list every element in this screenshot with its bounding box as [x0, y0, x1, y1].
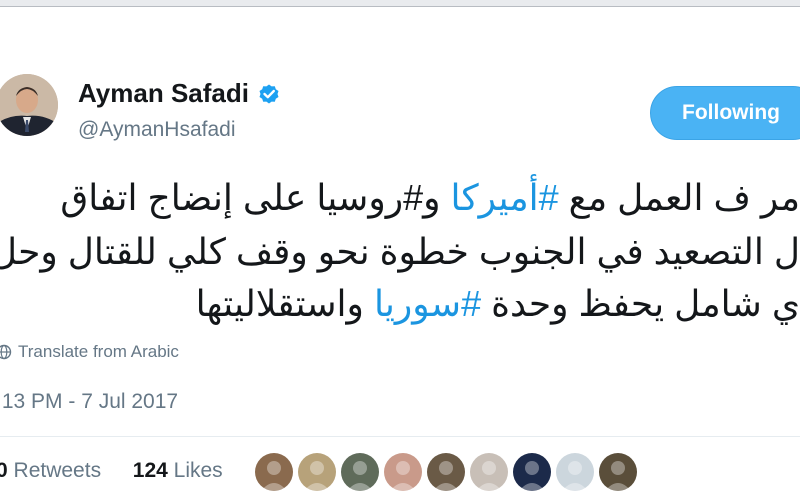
- tweet-text-segment: مر ف العمل مع: [558, 177, 800, 218]
- liker-avatar-8[interactable]: [556, 453, 594, 491]
- tweet-text-line-2: ل التصعيد في الجنوب خطوة نحو وقف كلي للق…: [0, 231, 800, 272]
- following-button[interactable]: Following: [650, 86, 800, 140]
- likes-label[interactable]: Likes: [174, 459, 223, 482]
- liker-avatar-6[interactable]: [470, 453, 508, 491]
- retweets-count[interactable]: 0: [0, 459, 8, 482]
- tweet-text-line-3: ي شامل يحفظ وحدة #سوريا واستقلاليتها: [196, 282, 800, 326]
- tweet-text-segment: و#روسيا على إنضاج اتفاق: [60, 177, 451, 218]
- liker-avatar-2[interactable]: [298, 453, 336, 491]
- likers-avatar-row: [255, 453, 642, 491]
- liker-avatar-3[interactable]: [341, 453, 379, 491]
- translate-label[interactable]: Translate from Arabic: [18, 342, 179, 362]
- verified-badge-icon: [259, 84, 279, 103]
- tweet-stats: 0 Retweets 124 Likes: [0, 459, 223, 483]
- retweets-label[interactable]: Retweets: [14, 459, 102, 482]
- liker-avatar-4[interactable]: [384, 453, 422, 491]
- tweet-timestamp[interactable]: :13 PM - 7 Jul 2017: [0, 390, 178, 414]
- hashtag-link[interactable]: #أميركا: [451, 177, 559, 218]
- browser-top-bar: [0, 0, 800, 29]
- liker-avatar-1[interactable]: [255, 453, 293, 491]
- profile-name-text[interactable]: Ayman Safadi: [78, 78, 249, 109]
- tweet-text-segment: ي شامل يحفظ وحدة: [481, 283, 800, 324]
- likes-count[interactable]: 124: [133, 459, 168, 482]
- liker-avatar-7[interactable]: [513, 453, 551, 491]
- liker-avatar-9[interactable]: [599, 453, 637, 491]
- profile-handle[interactable]: @AymanHsafadi: [78, 118, 236, 142]
- globe-icon: [0, 344, 12, 360]
- avatar[interactable]: [0, 74, 58, 136]
- tweet-text-line-1: مر ف العمل مع #أميركا و#روسيا على إنضاج …: [60, 176, 800, 220]
- tweet-text-segment: واستقلاليتها: [195, 283, 374, 324]
- liker-avatar-5[interactable]: [427, 453, 465, 491]
- divider: [0, 436, 800, 437]
- hashtag-link[interactable]: #سوريا: [374, 283, 481, 324]
- translate-link[interactable]: Translate from Arabic: [0, 342, 179, 362]
- profile-name[interactable]: Ayman Safadi: [78, 78, 281, 109]
- browser-address-strip: [0, 6, 800, 29]
